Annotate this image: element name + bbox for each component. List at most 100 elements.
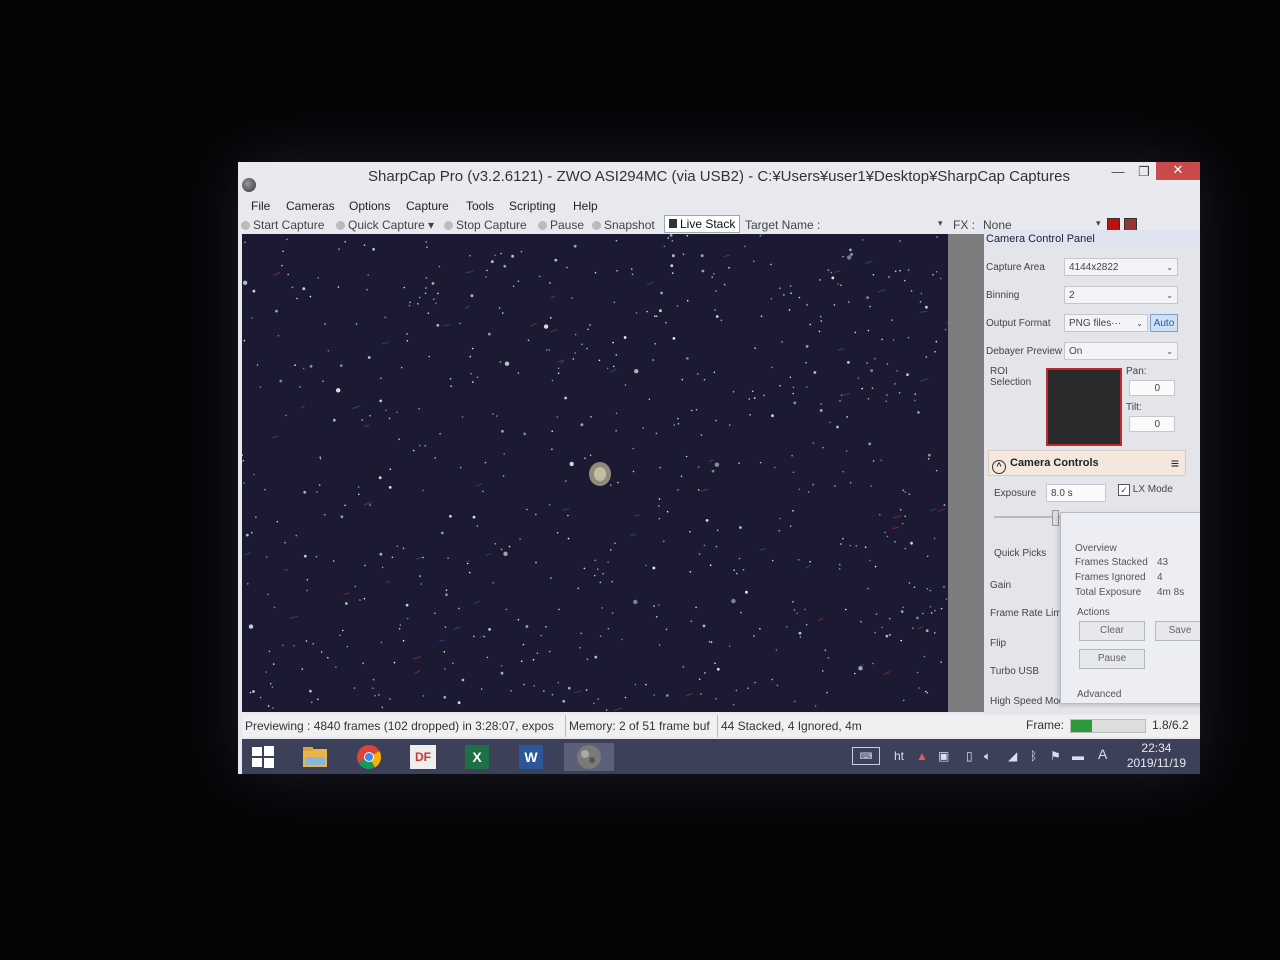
windows-taskbar: DF X W ⌨ ht ▲ ▣ ▯ 🔈︎ ◢ ᛒ ⚑ ▬ A 22:34 201… [242, 739, 1200, 774]
camera-icon [336, 221, 345, 230]
window-title: SharpCap Pro (v3.2.6121) - ZWO ASI294MC … [368, 168, 1070, 185]
chevron-down-icon: ⌄ [1166, 347, 1173, 356]
menu-scripting[interactable]: Scripting [509, 199, 556, 213]
save-button[interactable]: Save [1155, 621, 1200, 641]
network-drive-icon[interactable]: ▣ [938, 749, 949, 763]
flag-icon[interactable]: ⚑ [1050, 749, 1061, 763]
capture-area-label: Capture Area [986, 262, 1045, 273]
excel-icon[interactable]: X [458, 743, 496, 771]
close-button[interactable]: ✕ [1156, 162, 1200, 180]
menu-help[interactable]: Help [573, 199, 598, 213]
bluetooth-icon[interactable]: ᛒ [1030, 749, 1037, 763]
clock[interactable]: 22:34 2019/11/19 [1127, 741, 1186, 771]
capture-area-value: 4144x2822 [1069, 262, 1119, 273]
stop-capture-button[interactable]: Stop Capture [444, 218, 527, 232]
preview-status: Previewing : 4840 frames (102 dropped) i… [242, 715, 566, 737]
pause-label: Pause [550, 218, 585, 232]
status-bar: Previewing : 4840 frames (102 dropped) i… [242, 715, 1200, 737]
target-name-label: Target Name : [745, 218, 821, 232]
file-explorer-icon[interactable] [296, 743, 334, 771]
record-icon [241, 221, 250, 230]
frame-progress-fill [1071, 720, 1093, 732]
minimize-button[interactable]: — [1104, 164, 1132, 184]
roi-selection-preview[interactable] [1046, 368, 1122, 446]
laptop-screen: SharpCap Pro (v3.2.6121) - ZWO ASI294MC … [238, 162, 1200, 774]
windows-start-icon[interactable] [244, 743, 282, 771]
pause-button[interactable]: Pause [538, 218, 584, 232]
snapshot-button[interactable]: Snapshot [592, 218, 655, 232]
menu-capture[interactable]: Capture [406, 199, 449, 213]
fx-dropdown-icon[interactable]: ▾ [1096, 218, 1101, 229]
overview-label: Overview [1075, 543, 1117, 554]
quick-capture-label: Quick Capture [348, 218, 425, 232]
pause-icon [538, 221, 547, 230]
lx-mode-checkbox[interactable]: ✓ LX Mode [1118, 484, 1173, 496]
acrobat-tray-icon[interactable]: ▲ [916, 749, 928, 763]
menu-file[interactable]: File [251, 199, 270, 213]
quick-picks-label: Quick Picks [994, 548, 1047, 559]
lx-mode-label: LX Mode [1132, 484, 1173, 495]
panel-header: Camera Control Panel [984, 230, 1200, 248]
stop-icon [444, 221, 453, 230]
speaker-icon[interactable]: 🔈︎ [984, 749, 991, 764]
chrome-icon[interactable] [350, 743, 388, 771]
menu-options[interactable]: Options [349, 199, 390, 213]
auto-button[interactable]: Auto [1150, 314, 1178, 332]
menu-cameras[interactable]: Cameras [286, 199, 335, 213]
target-dropdown-icon[interactable]: ▾ [938, 218, 943, 229]
star-field-image [242, 234, 948, 712]
live-stack-popup: Overview Frames Stacked 43 Frames Ignore… [1060, 512, 1200, 704]
frame-rate-label: Frame Rate Lim [990, 608, 1062, 619]
debayer-select[interactable]: On ⌄ [1064, 342, 1178, 360]
hamburger-menu-icon[interactable]: ≡ [1171, 451, 1179, 475]
total-exposure-value: 4m 8s [1157, 587, 1185, 598]
frame-progress-bar [1070, 719, 1146, 733]
ht-tray-icon[interactable]: ht [894, 749, 904, 763]
signal-icon[interactable]: ◢ [1008, 749, 1017, 763]
gain-label: Gain [990, 580, 1012, 591]
pan-label: Pan: [1126, 366, 1147, 377]
exposure-input[interactable]: 8.0 s [1046, 484, 1106, 502]
start-capture-label: Start Capture [253, 218, 325, 232]
chevron-down-icon: ⌄ [1136, 319, 1143, 328]
snapshot-label: Snapshot [604, 218, 655, 232]
output-format-select[interactable]: PNG files··· ⌄ [1064, 314, 1148, 332]
ime-indicator[interactable]: A [1098, 746, 1107, 762]
target-name-input[interactable] [828, 218, 942, 232]
keyboard-icon[interactable]: ⌨ [852, 747, 880, 765]
viewer-margin [948, 234, 984, 712]
flip-label: Flip [990, 638, 1007, 649]
live-stack-icon [669, 219, 677, 228]
menu-tools[interactable]: Tools [466, 199, 494, 213]
live-stack-label: Live Stack [680, 217, 736, 231]
pan-spinner[interactable]: 0 [1129, 380, 1175, 396]
collapse-icon[interactable]: ^ [992, 460, 1006, 474]
display-icon[interactable]: ▬ [1072, 749, 1084, 763]
exposure-label: Exposure [994, 488, 1037, 499]
battery-icon[interactable]: ▯ [966, 749, 973, 763]
maximize-button[interactable]: ❐ [1130, 164, 1158, 184]
advanced-label: Advanced [1077, 689, 1122, 699]
slider-thumb[interactable] [1052, 510, 1059, 526]
fx-label: FX : [953, 218, 976, 232]
df-app-icon[interactable]: DF [404, 743, 442, 771]
word-icon[interactable]: W [512, 743, 550, 771]
clear-button[interactable]: Clear [1079, 621, 1145, 641]
live-stack-button[interactable]: Live Stack [664, 215, 741, 233]
binning-select[interactable]: 2 ⌄ [1064, 286, 1178, 304]
capture-area-select[interactable]: 4144x2822 ⌄ [1064, 258, 1178, 276]
frames-ignored-value: 4 [1157, 572, 1163, 583]
camera-controls-section[interactable]: ^ Camera Controls ≡ [988, 450, 1186, 476]
frame-value: 1.8/6.2 [1152, 718, 1189, 732]
output-format-value: PNG files··· [1069, 318, 1122, 329]
quick-capture-button[interactable]: Quick Capture ▾ [336, 218, 434, 232]
image-viewer[interactable] [242, 234, 948, 712]
pause-stack-button[interactable]: Pause [1079, 649, 1145, 669]
sharpcap-taskbar-icon[interactable] [564, 743, 614, 771]
start-capture-button[interactable]: Start Capture [241, 218, 324, 232]
tilt-spinner[interactable]: 0 [1129, 416, 1175, 432]
clock-time: 22:34 [1141, 741, 1172, 755]
actions-label: Actions [1077, 607, 1110, 618]
frames-stacked-label: Frames Stacked [1075, 557, 1148, 568]
frame-label: Frame: [1026, 718, 1065, 732]
